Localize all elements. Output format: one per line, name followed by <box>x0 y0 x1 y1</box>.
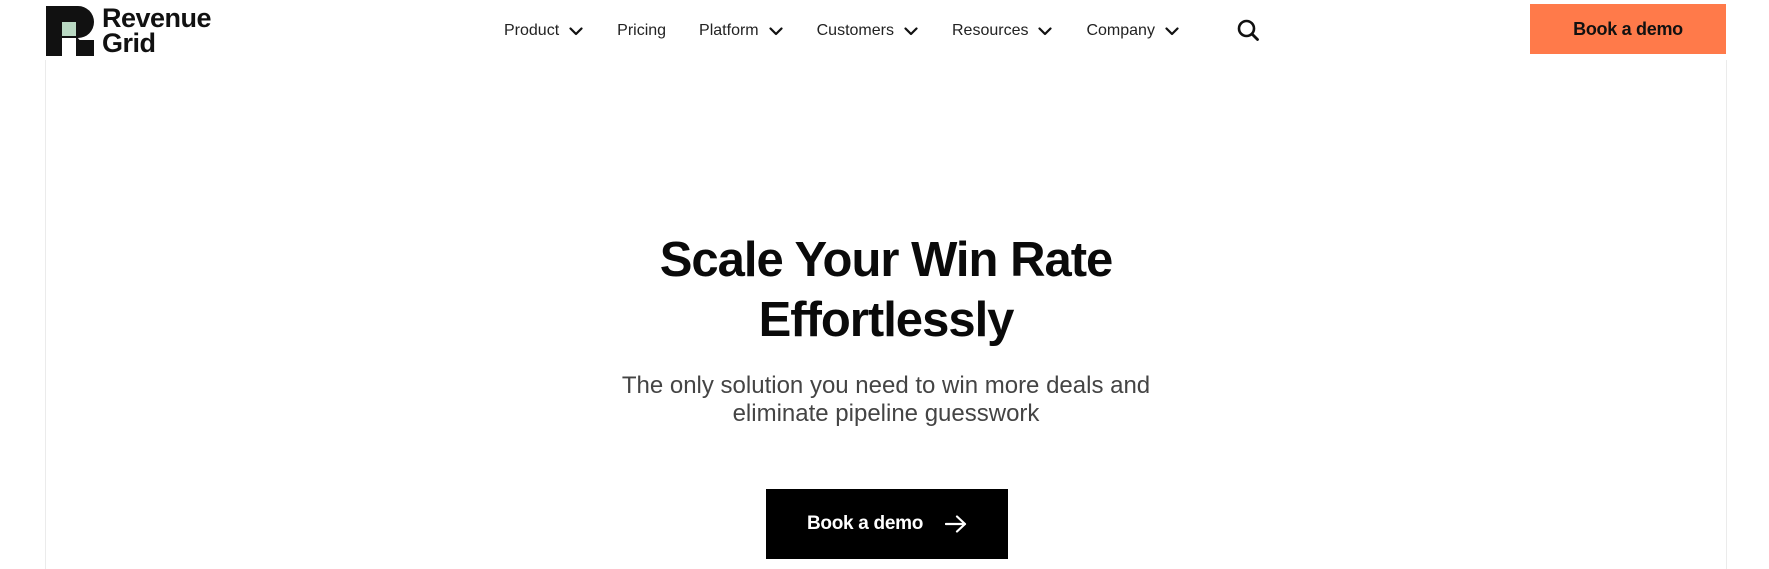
chevron-down-icon <box>769 26 783 35</box>
chevron-down-icon <box>569 26 583 35</box>
hero-title-line1: Scale Your Win Rate <box>659 233 1114 287</box>
content-frame-right-border <box>1726 60 1727 569</box>
search-icon <box>1237 19 1259 41</box>
site-header: Revenue Grid Product Pricing Platform Cu… <box>0 0 1769 60</box>
logo-wordmark: Revenue Grid <box>102 5 212 58</box>
nav-item-customers[interactable]: Customers <box>817 22 918 40</box>
hero-book-demo-button[interactable]: Book a demo <box>766 489 1008 559</box>
hero-title: Scale Your Win Rate Effortlessly <box>46 230 1726 350</box>
chevron-down-icon <box>1038 26 1053 35</box>
arrow-right-icon <box>945 515 967 533</box>
nav-item-label: Company <box>1086 22 1155 39</box>
header-book-demo-button[interactable]: Book a demo <box>1530 4 1726 54</box>
hero-subtitle-line1: The only solution you need to win more d… <box>621 372 1151 399</box>
nav-item-platform[interactable]: Platform <box>699 22 783 40</box>
logo-link[interactable]: Revenue Grid <box>46 5 212 58</box>
main-nav: Product Pricing Platform Customers Resou… <box>504 18 1179 44</box>
page: Revenue Grid Product Pricing Platform Cu… <box>0 0 1769 569</box>
nav-item-label: Customers <box>816 22 894 39</box>
hero-title-line2: Effortlessly <box>758 293 1015 347</box>
nav-item-label: Pricing <box>617 22 667 39</box>
nav-item-label: Product <box>504 22 560 39</box>
nav-item-company[interactable]: Company <box>1086 22 1179 40</box>
logo-line2: Grid <box>102 28 156 58</box>
hero-subtitle: The only solution you need to win more d… <box>46 372 1726 428</box>
search-button[interactable] <box>1236 18 1260 42</box>
hero-section: Scale Your Win Rate Effortlessly The onl… <box>46 60 1726 569</box>
nav-item-label: Platform <box>699 22 759 39</box>
nav-item-pricing[interactable]: Pricing <box>617 22 666 40</box>
nav-item-label: Resources <box>951 22 1029 39</box>
chevron-down-icon <box>1165 26 1179 35</box>
hero-subtitle-line2: eliminate pipeline guesswork <box>732 400 1040 427</box>
chevron-down-icon <box>904 26 918 35</box>
nav-item-resources[interactable]: Resources <box>951 22 1053 40</box>
hero-cta-label: Book a demo <box>807 513 923 534</box>
nav-item-product[interactable]: Product <box>504 22 583 40</box>
revenue-grid-logo-icon <box>46 6 94 56</box>
